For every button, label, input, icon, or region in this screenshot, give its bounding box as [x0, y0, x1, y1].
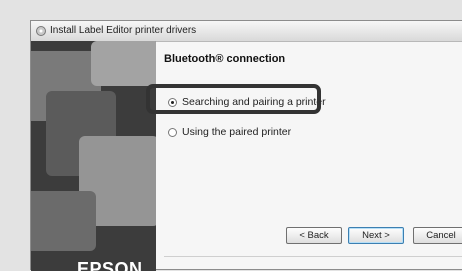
epson-logo: EPSON — [77, 259, 143, 271]
option-paired-printer[interactable]: Using the paired printer — [168, 126, 291, 138]
cancel-button[interactable]: Cancel — [413, 227, 462, 244]
radio-button[interactable] — [168, 127, 177, 137]
branding-panel: EPSON — [31, 41, 156, 271]
footer-divider — [164, 256, 462, 257]
decor-block — [91, 41, 156, 86]
next-button[interactable]: Next > — [348, 227, 404, 244]
option-label: Using the paired printer — [182, 126, 292, 138]
window-title: Install Label Editor printer drivers — [50, 25, 197, 36]
back-button[interactable]: < Back — [286, 227, 342, 244]
callout-highlight-frame — [146, 84, 321, 114]
title-bar: Install Label Editor printer drivers — [31, 21, 462, 42]
installer-icon — [36, 26, 46, 36]
section-heading: Bluetooth® connection — [164, 53, 286, 65]
decor-block — [31, 191, 96, 251]
